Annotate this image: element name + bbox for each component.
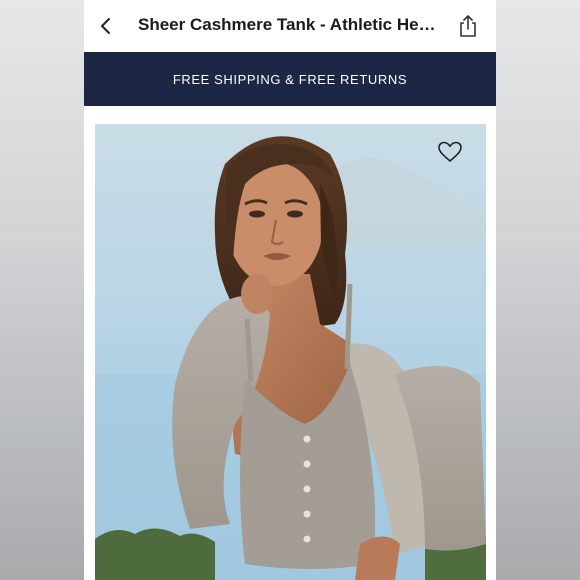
background-right [496,0,580,580]
product-photo[interactable] [95,124,486,580]
background-left [0,0,84,580]
promo-banner-text: FREE SHIPPING & FREE RETURNS [172,71,408,87]
favorite-button[interactable] [436,138,464,166]
share-icon [460,15,476,37]
heart-icon [438,141,462,162]
chevron-left-icon [101,18,110,34]
share-button[interactable] [456,12,480,40]
navigation-bar: Sheer Cashmere Tank - Athletic Heather [84,0,496,52]
promo-banner: FREE SHIPPING & FREE RETURNS [84,52,496,106]
back-button[interactable] [94,12,118,40]
page-title: Sheer Cashmere Tank - Athletic Heather [138,15,443,34]
app-screen: Sheer Cashmere Tank - Athletic Heather F… [84,0,496,580]
